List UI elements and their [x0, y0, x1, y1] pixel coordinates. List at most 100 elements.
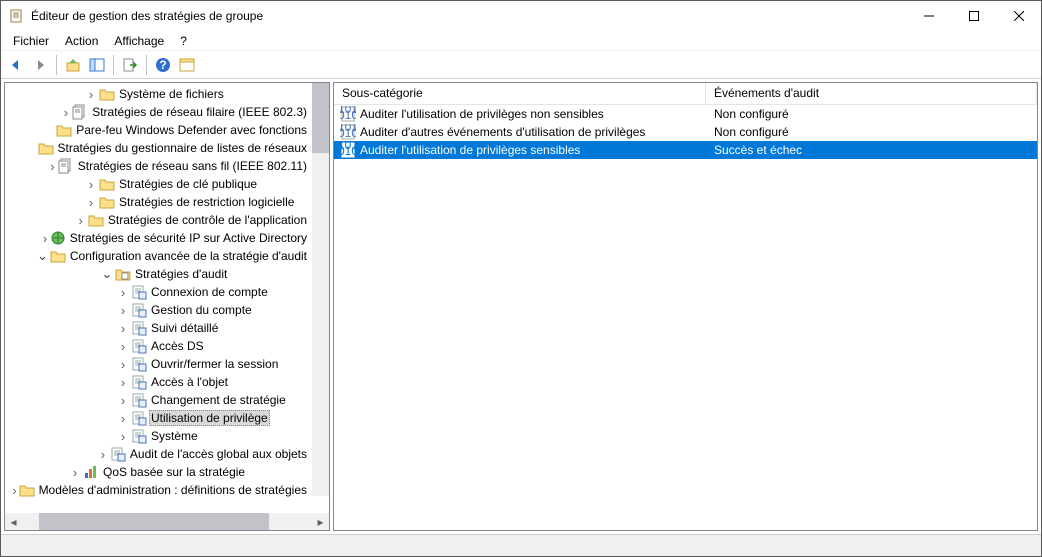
tree-item[interactable]: ›Ouvrir/fermer la session — [5, 355, 313, 373]
app-window: Éditeur de gestion des stratégies de gro… — [0, 0, 1042, 557]
tree-item[interactable]: Pare-feu Windows Defender avec fonctions — [5, 121, 313, 139]
subcategory-cell: Auditer l'utilisation de privilèges sens… — [360, 143, 706, 157]
scroll-left-button[interactable]: ◂ — [5, 513, 22, 530]
list-row[interactable]: 101010Auditer l'utilisation de privilège… — [334, 105, 1037, 123]
horizontal-scrollbar[interactable]: ◂ ▸ — [5, 513, 329, 530]
subcategory-cell: Auditer l'utilisation de privilèges non … — [360, 107, 706, 121]
svg-text:010: 010 — [340, 144, 356, 158]
help-button[interactable]: ? — [152, 54, 174, 76]
scroll-track[interactable] — [22, 513, 312, 530]
audit-icon — [131, 410, 147, 426]
tree-item-label: Suivi détaillé — [149, 321, 220, 335]
list-header: Sous-catégorie Événements d'audit — [334, 83, 1037, 105]
window-title: Éditeur de gestion des stratégies de gro… — [31, 9, 906, 23]
list-pane: Sous-catégorie Événements d'audit 101010… — [333, 82, 1038, 531]
tree-item[interactable]: › QoS basée sur la stratégie — [5, 463, 313, 481]
chevron-right-icon[interactable]: › — [117, 357, 129, 372]
show-hide-tree-button[interactable] — [86, 54, 108, 76]
maximize-button[interactable] — [951, 1, 996, 31]
folder-icon — [88, 212, 104, 228]
titlebar[interactable]: Éditeur de gestion des stratégies de gro… — [1, 1, 1041, 31]
column-subcategory[interactable]: Sous-catégorie — [334, 83, 706, 104]
chevron-right-icon[interactable]: › — [117, 303, 129, 318]
tree-item[interactable]: ›Stratégies de réseau sans fil (IEEE 802… — [5, 157, 313, 175]
tree-item-label: Stratégies de clé publique — [117, 177, 259, 191]
forward-button[interactable] — [29, 54, 51, 76]
tree-item[interactable]: ›Stratégies de réseau filaire (IEEE 802.… — [5, 103, 313, 121]
tree-item[interactable]: ›Stratégies de sécurité IP sur Active Di… — [5, 229, 313, 247]
menu-action[interactable]: Action — [57, 32, 106, 50]
chevron-right-icon[interactable]: › — [69, 465, 81, 480]
chevron-right-icon[interactable]: › — [117, 321, 129, 336]
tree-item[interactable]: Stratégies du gestionnaire de listes de … — [5, 139, 313, 157]
export-button[interactable] — [119, 54, 141, 76]
chevron-right-icon[interactable]: › — [49, 159, 56, 174]
chevron-right-icon[interactable]: › — [117, 393, 129, 408]
tree-item[interactable]: › Stratégies de restriction logicielle — [5, 193, 313, 211]
tree-item[interactable]: ›Stratégies de contrôle de l'application — [5, 211, 313, 229]
chevron-right-icon[interactable]: › — [12, 483, 16, 498]
tree-item[interactable]: › Stratégies de clé publique — [5, 175, 313, 193]
tree-item[interactable]: ⌄ Stratégies d'audit — [5, 265, 313, 283]
audit-icon — [131, 428, 147, 444]
tree-item-label: Changement de stratégie — [149, 393, 288, 407]
chevron-right-icon[interactable]: › — [85, 195, 97, 210]
tree-item[interactable]: ›Accès à l'objet — [5, 373, 313, 391]
tree-pane: ›Système de fichiers›Stratégies de résea… — [4, 82, 330, 531]
back-button[interactable] — [5, 54, 27, 76]
menu-help[interactable]: ? — [172, 32, 195, 50]
chevron-right-icon[interactable]: › — [75, 213, 86, 228]
audit-icon — [110, 446, 126, 462]
audit-icon — [131, 338, 147, 354]
tree-item[interactable]: › Suivi détaillé — [5, 319, 313, 337]
tree-item[interactable]: ›Connexion de compte — [5, 283, 313, 301]
chevron-right-icon[interactable]: › — [85, 87, 97, 102]
chevron-right-icon[interactable]: › — [117, 375, 129, 390]
vertical-scrollbar[interactable] — [312, 83, 329, 496]
tree-scroll[interactable]: ›Système de fichiers›Stratégies de résea… — [5, 83, 329, 513]
list-row[interactable]: 101010 Auditer l'utilisation de privilège… — [334, 141, 1037, 159]
tree-item[interactable]: ›Modèles d'administration : définitions … — [5, 481, 313, 499]
column-events[interactable]: Événements d'audit — [706, 83, 1037, 104]
scrollbar-thumb[interactable] — [312, 83, 329, 153]
scrollbar-thumb[interactable] — [39, 513, 269, 530]
chevron-right-icon[interactable]: › — [42, 231, 48, 246]
chevron-down-icon[interactable]: ⌄ — [101, 266, 113, 282]
audit-item-icon: 101010 — [340, 142, 356, 158]
chevron-right-icon[interactable]: › — [117, 339, 129, 354]
audit-item-icon: 101010 — [340, 124, 356, 140]
minimize-button[interactable] — [906, 1, 951, 31]
chevron-right-icon[interactable]: › — [98, 447, 108, 462]
tree-item[interactable]: ›Gestion du compte — [5, 301, 313, 319]
tree-item-label: QoS basée sur la stratégie — [101, 465, 247, 479]
tree-item[interactable]: › Changement de stratégie — [5, 391, 313, 409]
tree-item[interactable]: ›Audit de l'accès global aux objets — [5, 445, 313, 463]
tree-item-label: Stratégies d'audit — [133, 267, 229, 281]
audit-icon — [131, 356, 147, 372]
menu-view[interactable]: Affichage — [106, 32, 172, 50]
toolbar: ? — [1, 51, 1041, 79]
qos-icon — [83, 464, 99, 480]
properties-button[interactable] — [176, 54, 198, 76]
statusbar — [1, 534, 1041, 556]
tree-item[interactable]: ⌄Configuration avancée de la stratégie d… — [5, 247, 313, 265]
tree-item-label: Stratégies de restriction logicielle — [117, 195, 296, 209]
tree-item-label: Pare-feu Windows Defender avec fonctions — [74, 123, 309, 137]
close-button[interactable] — [996, 1, 1041, 31]
menu-file[interactable]: Fichier — [5, 32, 57, 50]
chevron-right-icon[interactable]: › — [85, 177, 97, 192]
tree-item[interactable]: ›Système — [5, 427, 313, 445]
chevron-right-icon[interactable]: › — [62, 105, 71, 120]
list-row[interactable]: 101010Auditer d'autres événements d'util… — [334, 123, 1037, 141]
tree-item[interactable]: ›Utilisation de privilège — [5, 409, 313, 427]
tree-item[interactable]: ›Accès DS — [5, 337, 313, 355]
separator — [56, 55, 57, 75]
up-button[interactable] — [62, 54, 84, 76]
separator — [146, 55, 147, 75]
scroll-right-button[interactable]: ▸ — [312, 513, 329, 530]
chevron-right-icon[interactable]: › — [117, 429, 129, 444]
chevron-right-icon[interactable]: › — [117, 285, 129, 300]
chevron-right-icon[interactable]: › — [117, 411, 129, 426]
chevron-down-icon[interactable]: ⌄ — [37, 248, 48, 264]
tree-item[interactable]: ›Système de fichiers — [5, 85, 313, 103]
